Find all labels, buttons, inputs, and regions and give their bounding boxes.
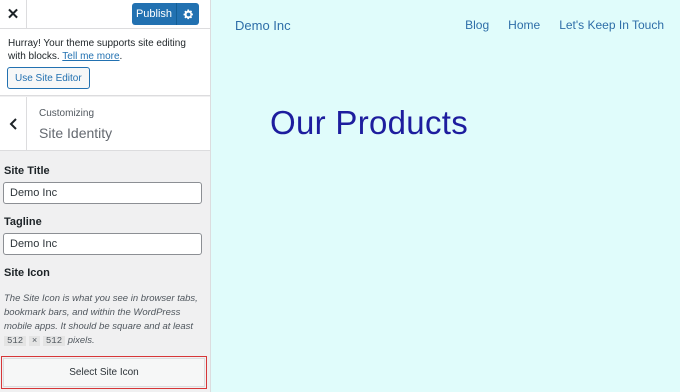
site-title-input[interactable] [3, 182, 202, 204]
nav-link-blog[interactable]: Blog [465, 18, 489, 32]
use-site-editor-button[interactable]: Use Site Editor [7, 67, 90, 89]
nav-link-contact[interactable]: Let's Keep In Touch [559, 18, 664, 32]
customizer-header: ✕ Publish [0, 0, 210, 29]
site-editor-notice: Hurray! Your theme supports site editing… [0, 29, 210, 96]
select-icon-highlight: Select Site Icon [1, 356, 207, 389]
gear-icon [183, 9, 193, 19]
back-button[interactable] [0, 97, 27, 150]
site-icon-description: The Site Icon is what you see in browser… [4, 293, 198, 346]
section-title: Site Identity [39, 125, 113, 141]
close-icon[interactable]: ✕ [0, 0, 27, 28]
chevron-left-icon [9, 117, 17, 130]
tell-me-more-link[interactable]: Tell me more [62, 51, 119, 62]
site-preview: Demo Inc Blog Home Let's Keep In Touch O… [211, 0, 680, 392]
notice-text: Hurray! Your theme supports site editing… [8, 38, 186, 62]
nav-link-home[interactable]: Home [508, 18, 540, 32]
publish-settings-button[interactable] [177, 3, 199, 25]
site-title-label: Site Title [4, 165, 50, 177]
tagline-label: Tagline [4, 216, 42, 228]
site-icon-label: Site Icon [4, 267, 50, 279]
customizer-sidebar: ✕ Publish Hurray! Your theme supports si… [0, 0, 211, 392]
select-site-icon-button[interactable]: Select Site Icon [3, 358, 205, 387]
site-name-link[interactable]: Demo Inc [235, 18, 291, 33]
site-navigation: Blog Home Let's Keep In Touch [465, 18, 664, 32]
breadcrumb: Customizing [39, 108, 95, 119]
icon-height-code: 512 [42, 336, 66, 346]
page-heading: Our Products [270, 104, 469, 141]
icon-width-code: 512 [4, 336, 27, 346]
publish-button-group: Publish [132, 3, 199, 25]
publish-button[interactable]: Publish [132, 3, 177, 25]
section-header: Customizing Site Identity [0, 97, 210, 151]
times-symbol: × [28, 336, 41, 346]
tagline-input[interactable] [3, 233, 202, 255]
